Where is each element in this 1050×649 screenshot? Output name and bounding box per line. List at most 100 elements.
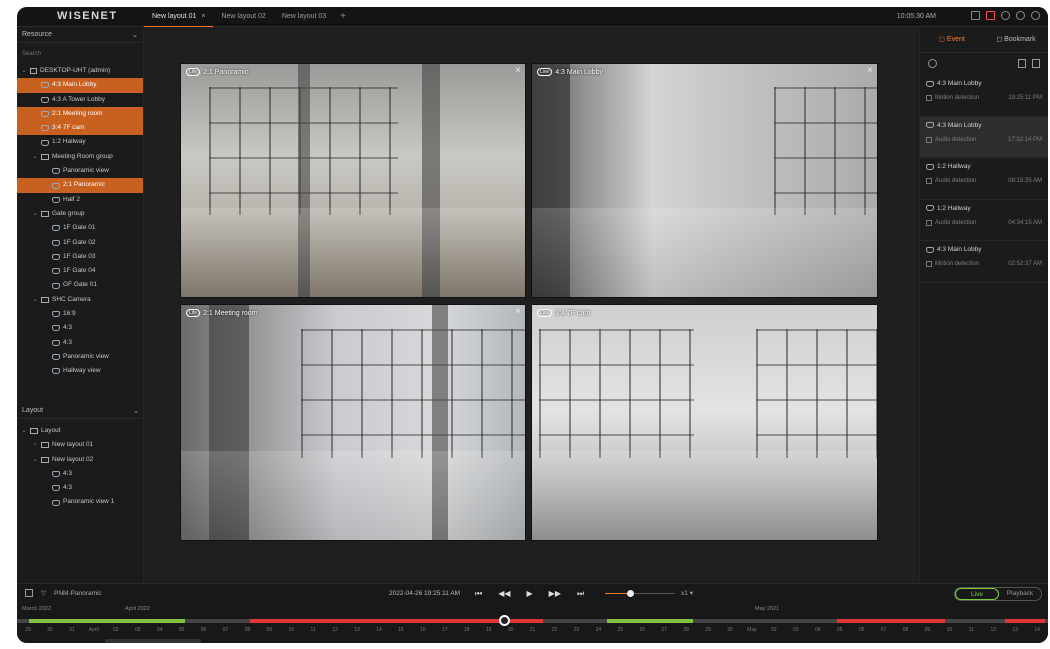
tree-item[interactable]: ⌄ SHC Camera	[17, 293, 143, 307]
camera-icon	[926, 122, 934, 128]
close-icon[interactable]: ×	[515, 65, 521, 76]
monitor-icon[interactable]	[971, 11, 980, 20]
filter-icon[interactable]: ▽	[41, 589, 46, 597]
tab-new-layout-02[interactable]: New layout 02	[213, 7, 273, 27]
event-item[interactable]: 4:3 Main Lobby Motion detection 19:25:11 P…	[920, 75, 1048, 117]
tree-item[interactable]: ⌄ Gate group	[17, 207, 143, 221]
resource-header[interactable]: Resource ⌄	[17, 27, 143, 43]
event-item[interactable]: 4:3 Main Lobby Motion detection 02:52:37 A…	[920, 241, 1048, 283]
tree-item[interactable]: 4:3	[17, 467, 144, 481]
chevron-down-icon[interactable]: ⌄	[132, 31, 138, 39]
tree-item[interactable]: Panoramic view	[17, 164, 143, 178]
event-item[interactable]: 1:2 Hallway Audio detection 04:34:15 AM	[920, 200, 1048, 241]
month-label: March 2022	[22, 606, 52, 612]
lock-icon[interactable]	[1032, 59, 1040, 68]
tree-item[interactable]: 1F Gate 01	[17, 221, 143, 235]
fast-forward-icon[interactable]: ▶▶	[549, 584, 561, 604]
event-camera-name: 4:3 Main Lobby	[937, 121, 982, 129]
play-icon[interactable]: ▶	[527, 584, 533, 604]
speed-slider[interactable]	[605, 590, 675, 597]
search-icon[interactable]	[928, 59, 937, 68]
tree-item[interactable]: 4:3	[17, 336, 143, 350]
close-icon[interactable]: ×	[867, 65, 873, 76]
timeline-day: 11	[310, 627, 316, 633]
tree-item[interactable]: 2:1 Panoramic	[17, 178, 143, 193]
rewind-icon[interactable]: ◀◀	[498, 584, 510, 604]
tree-caret-icon[interactable]: ⌄	[21, 424, 27, 438]
tree-caret-icon[interactable]: ⌄	[21, 64, 27, 78]
playback-button[interactable]: Playback	[999, 588, 1041, 600]
chevron-down-icon[interactable]: ⌄	[133, 407, 139, 415]
event-item[interactable]: 1:2 Hallway Audio detection 08:15:35 AM	[920, 158, 1048, 200]
timeline-day: 19	[485, 627, 492, 633]
close-icon[interactable]: ×	[515, 306, 521, 317]
tree-item[interactable]: 2:1 Meeting room	[17, 106, 143, 122]
tree-item[interactable]: GF Gate 01	[17, 278, 143, 292]
tree-item[interactable]: Panoramic view 1	[17, 495, 144, 509]
bell-icon: ◻	[939, 36, 945, 43]
camera-icon	[41, 139, 49, 146]
tree-item[interactable]: 4:3	[17, 481, 144, 495]
camera-icon	[41, 82, 49, 89]
video-viewer: Life 2:1 Panoramic × Live 4:3 Main Lobby…	[145, 27, 918, 583]
tree-item[interactable]: Hallway view	[17, 364, 143, 378]
tree-item[interactable]: Panoramic view	[17, 350, 143, 364]
filter-icon[interactable]	[1018, 59, 1026, 68]
tab-bookmark[interactable]: ◻ Bookmark	[984, 27, 1048, 52]
tree-item[interactable]: 16:9	[17, 307, 143, 321]
tree-item-label: Gate group	[52, 209, 85, 217]
timeline-scrollbar[interactable]	[105, 639, 201, 643]
event-details: Audio detection 04:34:15 AM	[926, 219, 1042, 226]
tree-item[interactable]: 1:2 Hallway	[17, 135, 143, 149]
tree-item[interactable]: 1F Gate 03	[17, 250, 143, 264]
video-tile[interactable]: Live 4:3 Main Lobby ×	[531, 63, 878, 298]
tree-caret-icon[interactable]: ⌄	[32, 150, 38, 164]
video-tile[interactable]: Live 3:4 7F cam	[531, 304, 878, 541]
timeline-playhead[interactable]	[499, 615, 510, 626]
timeline-day: April	[88, 627, 99, 633]
tree-caret-icon[interactable]: ⌄	[32, 293, 38, 307]
tree-caret-icon[interactable]: ⌄	[32, 453, 38, 467]
video-tile[interactable]: Life 2:1 Panoramic ×	[180, 63, 526, 298]
timeline-track[interactable]	[17, 619, 1048, 623]
tree-caret-icon[interactable]: ⌄	[32, 207, 38, 221]
mode-toggle[interactable]: Live Playback	[954, 587, 1042, 601]
resource-search-input[interactable]: Search	[20, 47, 140, 61]
tree-item[interactable]: ⌄ Layout	[17, 424, 144, 438]
timeline-day: 20	[507, 627, 514, 633]
alarm-icon[interactable]	[986, 11, 995, 20]
help-icon[interactable]	[1031, 11, 1040, 20]
video-tile[interactable]: Life 2:1 Meeting room ×	[180, 304, 526, 541]
live-button[interactable]: Live	[955, 588, 999, 600]
tree-item[interactable]: › New layout 01	[17, 438, 144, 452]
tree-item[interactable]: ⌄ DESKTOP-UHT (admin)	[17, 64, 143, 78]
skip-forward-icon[interactable]: ⏭	[577, 584, 584, 604]
tree-item[interactable]: Half 2	[17, 193, 143, 207]
event-camera: 1:2 Hallway	[926, 163, 1042, 170]
skip-back-icon[interactable]: ⏮	[475, 584, 482, 604]
tree-item[interactable]: ⌄ New layout 02	[17, 453, 144, 467]
layout-header[interactable]: Layout ⌄	[17, 403, 144, 419]
tree-item[interactable]: 4:3 A Tower Lobby	[17, 93, 143, 107]
close-icon[interactable]: ×	[201, 7, 205, 27]
tree-item[interactable]: 4:3 Main Lobby	[17, 78, 143, 93]
user-icon[interactable]	[1016, 11, 1025, 20]
tree-item[interactable]: 4:3	[17, 321, 143, 335]
add-tab-button[interactable]: +	[334, 7, 352, 27]
tree-item[interactable]: ⌄ Meeting Room group	[17, 150, 143, 164]
top-bar: WISENET New layout 01 × New layout 02 Ne…	[17, 7, 1048, 27]
event-item[interactable]: 4:3 Main Lobby Audio detection 17:32:14 PM	[920, 116, 1048, 158]
export-icon[interactable]	[25, 589, 33, 597]
speed-select[interactable]: x1 ▾	[681, 584, 693, 604]
tab-event[interactable]: ◻ Event	[920, 27, 984, 52]
computer-icon	[30, 68, 37, 75]
tab-new-layout-03[interactable]: New layout 03	[274, 7, 334, 27]
tab-new-layout-01[interactable]: New layout 01 ×	[144, 7, 214, 27]
tree-item[interactable]: 3:4 7F cam	[17, 121, 143, 136]
tree-item[interactable]: 1F Gate 04	[17, 264, 143, 278]
camera-name: 4:3 Main Lobby	[555, 68, 604, 76]
settings-icon[interactable]	[1001, 11, 1010, 20]
speed-knob[interactable]	[626, 590, 634, 597]
tree-item[interactable]: 1F Gate 02	[17, 236, 143, 250]
tree-caret-icon[interactable]: ›	[32, 438, 38, 452]
